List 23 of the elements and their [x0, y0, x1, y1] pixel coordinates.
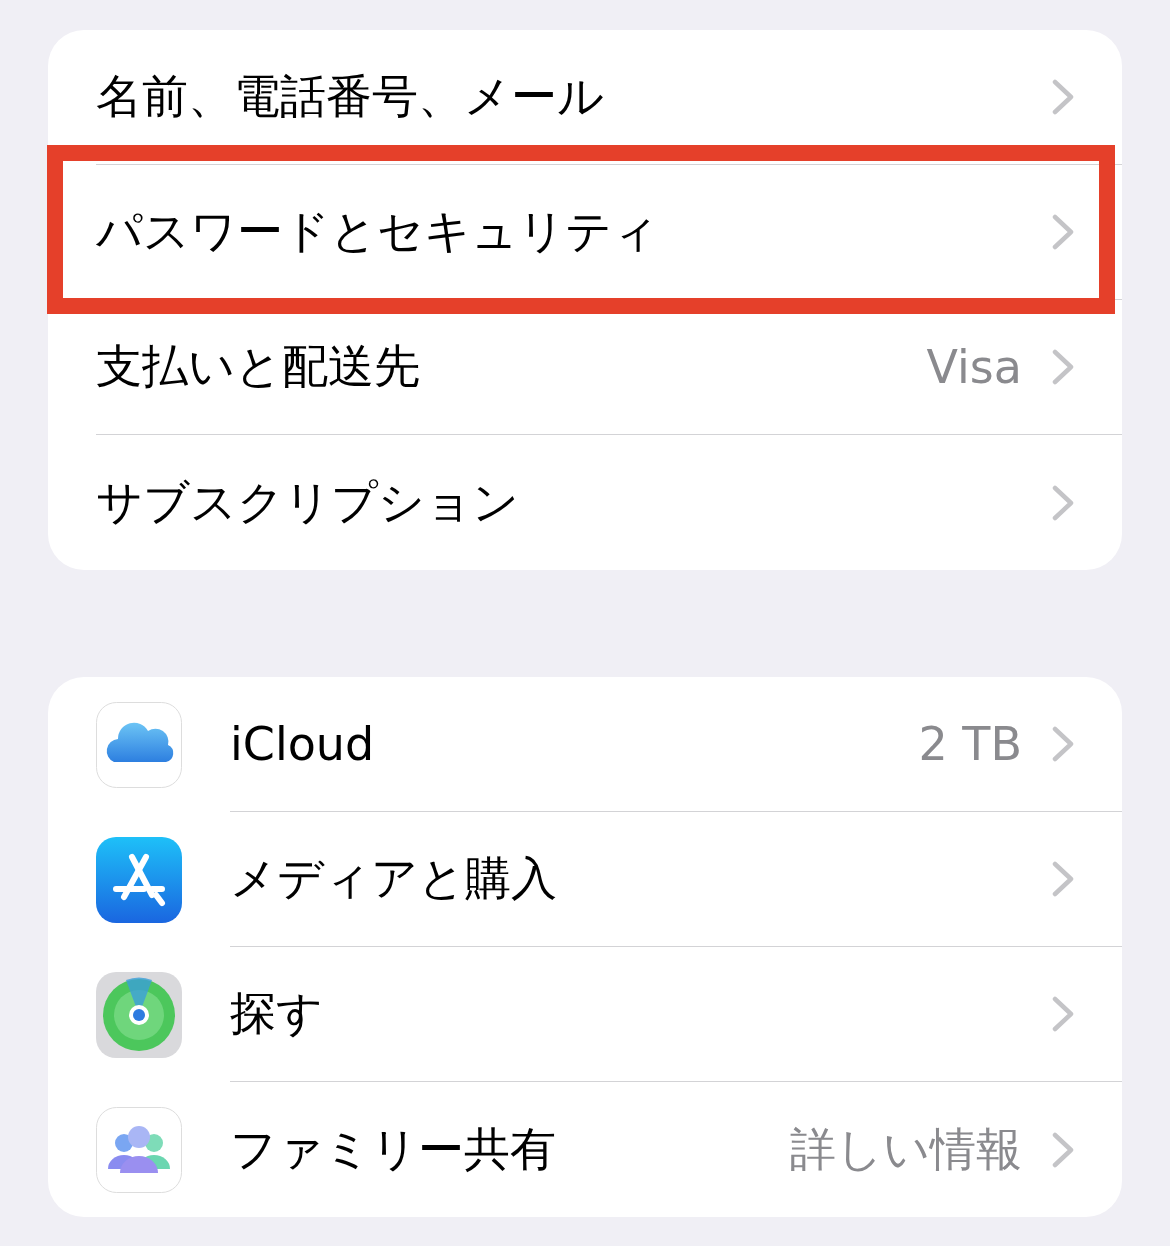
chevron-icon: [1052, 996, 1074, 1032]
chevron-icon: [1052, 484, 1074, 521]
cloud-icon: [96, 701, 182, 788]
chevron-icon: [1052, 1131, 1074, 1168]
row-label[interactable]: メディアと購入: [230, 848, 1052, 910]
row-value: 詳しい情報: [790, 1120, 1022, 1178]
app-store-icon: [96, 836, 182, 923]
chevron-icon: [1052, 214, 1074, 250]
row-value: 2 TB: [918, 717, 1022, 771]
chevron-icon: [1052, 861, 1074, 897]
row-label[interactable]: 名前、電話番号、メール: [96, 66, 1052, 128]
row-label[interactable]: 探す: [230, 983, 1052, 1045]
row-label[interactable]: 支払いと配送先: [96, 336, 927, 398]
row-label[interactable]: ファミリー共有: [230, 1118, 790, 1181]
chevron-icon: [1052, 726, 1074, 762]
row-label[interactable]: iCloud: [230, 717, 919, 771]
chevron-icon: [1052, 349, 1074, 385]
row-value: Visa: [926, 340, 1022, 394]
row-label[interactable]: パスワードとセキュリティ: [96, 201, 1052, 263]
people-icon: [96, 1106, 182, 1193]
row-label[interactable]: サブスクリプション: [96, 471, 1052, 534]
radar-icon: [96, 971, 182, 1058]
chevron-icon: [1052, 79, 1074, 115]
